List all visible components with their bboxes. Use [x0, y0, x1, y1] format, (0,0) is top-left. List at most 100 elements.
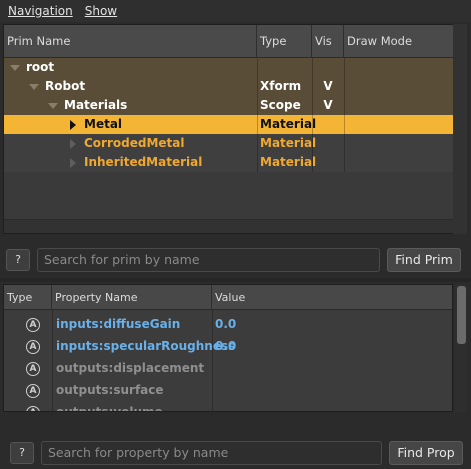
property-row[interactable]: A outputs:volume [4, 401, 452, 412]
expand-arrow-icon[interactable] [10, 64, 20, 71]
property-panel: Type Property Name Value A inputs:diffus… [3, 284, 453, 412]
property-row[interactable]: A outputs:surface [4, 379, 452, 401]
menu-show[interactable]: Show [85, 4, 117, 18]
property-type-cell: A [26, 313, 42, 335]
collapsed-arrow-icon[interactable] [70, 138, 76, 149]
property-search-input[interactable]: Search for property by name [41, 441, 382, 465]
column-divider [312, 115, 313, 134]
tree-row-corrodedmetal-name-cell: CorrodedMetal [4, 134, 257, 153]
column-divider [344, 153, 345, 172]
column-divider [312, 77, 313, 96]
tree-row-robot-name-cell: Robot [4, 77, 257, 96]
property-search-bar: ? Search for property by name Find Prop [0, 438, 471, 468]
prim-type: Material [260, 155, 317, 169]
property-type-cell: A [26, 379, 42, 401]
menu-navigation-label: Navigation [8, 4, 73, 18]
tree-row-inheritedmaterial[interactable]: InheritedMaterial Material [4, 153, 463, 172]
property-row[interactable]: A inputs:specularRoughness 0.0 [4, 335, 452, 357]
prim-name: Metal [84, 117, 123, 131]
attribute-icon: A [26, 405, 40, 411]
prim-vis-toggle[interactable]: V [312, 77, 344, 96]
column-divider [312, 153, 313, 172]
attribute-icon: A [26, 339, 40, 354]
column-prop-type[interactable]: Type [4, 285, 52, 310]
column-divider [257, 153, 258, 172]
column-divider [257, 58, 258, 77]
expand-arrow-icon[interactable] [29, 83, 39, 90]
property-value[interactable]: 0.0 [215, 335, 415, 357]
tree-row-root[interactable]: root [4, 58, 463, 77]
column-property-name[interactable]: Property Name [52, 285, 212, 310]
column-type[interactable]: Type [257, 25, 312, 58]
splitter-handle[interactable] [0, 278, 471, 282]
column-divider [257, 115, 258, 134]
tree-row-metal-name-cell: Metal [4, 115, 257, 134]
prim-type: Scope [260, 98, 301, 112]
property-name: outputs:volume [56, 405, 163, 412]
prim-type: Xform [260, 79, 302, 93]
prim-search-input[interactable]: Search for prim by name [37, 248, 380, 272]
menu-bar: Navigation Show [0, 0, 471, 22]
prim-type: Material [260, 136, 317, 150]
scrollbar-thumb[interactable] [457, 286, 466, 344]
property-type-cell: A [26, 401, 42, 411]
column-divider [344, 77, 345, 96]
column-divider [257, 77, 258, 96]
property-table-header: Type Property Name Value [4, 285, 452, 310]
property-row[interactable]: A inputs:diffuseGain 0.0 [4, 313, 452, 335]
prim-tree-header: Prim Name Type Vis Draw Mode [4, 25, 463, 58]
attribute-icon: A [26, 317, 40, 332]
property-name: inputs:diffuseGain [56, 317, 181, 331]
tree-row-inheritedmaterial-name-cell: InheritedMaterial [4, 153, 257, 172]
prim-tree-horizontal-scrollbar[interactable] [4, 219, 463, 233]
property-vertical-scrollbar[interactable] [455, 284, 467, 412]
menu-navigation[interactable]: Navigation [8, 4, 73, 18]
prim-tree-body: root Robot Xform V Materials Scope V Met… [4, 58, 463, 230]
prim-name: Robot [45, 79, 86, 93]
attribute-icon: A [26, 383, 40, 398]
column-draw-mode[interactable]: Draw Mode [344, 25, 463, 58]
prim-tree-vertical-scrollbar[interactable] [453, 24, 467, 234]
tree-row-root-name-cell: root [4, 58, 257, 77]
attribute-icon: A [26, 361, 40, 376]
column-divider [312, 58, 313, 77]
menu-show-label: Show [84, 4, 118, 18]
column-divider [344, 96, 345, 115]
column-divider [344, 58, 345, 77]
tree-row-metal-selected[interactable]: Metal Material [4, 115, 463, 134]
find-prim-button[interactable]: Find Prim [387, 248, 461, 272]
column-divider [257, 134, 258, 153]
property-name: outputs:displacement [56, 361, 205, 375]
column-divider [257, 96, 258, 115]
prim-name: CorrodedMetal [84, 136, 185, 150]
find-prop-button[interactable]: Find Prop [389, 441, 463, 465]
prim-tree-panel: Prim Name Type Vis Draw Mode root Robot … [3, 24, 464, 234]
property-type-cell: A [26, 335, 42, 357]
collapsed-arrow-icon[interactable] [70, 119, 76, 130]
property-row[interactable]: A outputs:displacement [4, 357, 452, 379]
property-search-help-button[interactable]: ? [10, 442, 34, 464]
collapsed-arrow-icon[interactable] [70, 157, 76, 168]
column-vis[interactable]: Vis [312, 25, 344, 58]
column-value[interactable]: Value [212, 285, 452, 310]
prim-name: Materials [64, 98, 128, 112]
prim-name: root [26, 60, 55, 74]
column-divider [344, 134, 345, 153]
prim-search-bar: ? Search for prim by name Find Prim [0, 244, 471, 276]
prim-type: Material [260, 117, 317, 131]
prim-search-help-button[interactable]: ? [6, 249, 30, 271]
column-divider [312, 134, 313, 153]
prim-name: InheritedMaterial [84, 155, 203, 169]
column-divider [312, 96, 313, 115]
property-type-cell: A [26, 357, 42, 379]
expand-arrow-icon[interactable] [48, 102, 58, 109]
tree-row-materials-name-cell: Materials [4, 96, 257, 115]
prim-vis-toggle[interactable]: V [312, 96, 344, 115]
tree-row-robot[interactable]: Robot Xform V [4, 77, 463, 96]
tree-row-materials[interactable]: Materials Scope V [4, 96, 463, 115]
column-divider [344, 115, 345, 134]
property-value[interactable]: 0.0 [215, 313, 415, 335]
property-name: inputs:specularRoughness [56, 339, 236, 353]
tree-row-corrodedmetal[interactable]: CorrodedMetal Material [4, 134, 463, 153]
column-prim-name[interactable]: Prim Name [4, 25, 257, 58]
